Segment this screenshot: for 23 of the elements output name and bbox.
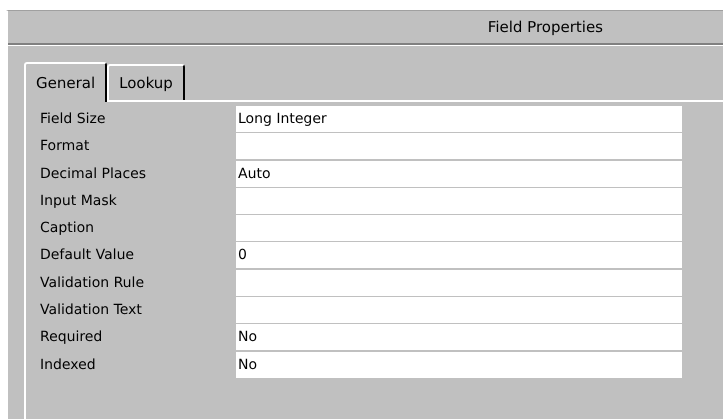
tab[interactable]: General [24, 62, 108, 102]
property-field[interactable]: No [236, 324, 682, 350]
property-label: Input Mask [40, 192, 118, 209]
property-field[interactable]: No [236, 352, 682, 378]
property-label: Validation Rule [40, 274, 146, 291]
property-label: Caption [40, 220, 96, 236]
property-field[interactable]: Auto [236, 160, 682, 187]
property-label: Default Value [40, 247, 136, 264]
property-label: Format [40, 138, 90, 154]
tab[interactable]: Lookup [107, 64, 185, 100]
property-field[interactable]: 0 [236, 242, 682, 268]
property-label: Indexed [40, 356, 97, 373]
property-label: Required [40, 329, 104, 346]
property-field[interactable] [236, 133, 682, 160]
property-label: Decimal Places [40, 166, 148, 182]
property-field[interactable]: Long Integer [236, 106, 682, 132]
property-label: Validation Text [40, 302, 143, 318]
property-label: Field Size [40, 111, 107, 127]
panel-title: Field Properties [488, 18, 603, 36]
property-field[interactable] [236, 297, 682, 324]
property-field[interactable] [236, 270, 682, 296]
property-field[interactable] [236, 215, 682, 242]
property-field[interactable] [236, 188, 682, 214]
